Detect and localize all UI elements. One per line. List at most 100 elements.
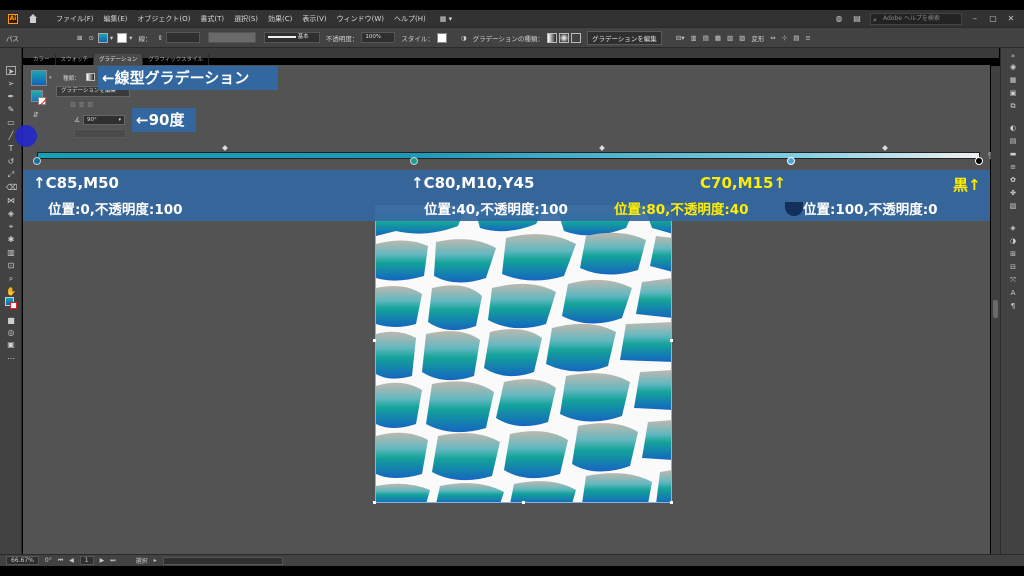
menu-view[interactable]: 表示(V) [302,14,326,24]
collapse-dock-icon[interactable]: » [1008,52,1018,61]
gradient-stroke-icon[interactable] [38,97,46,105]
curvature-tool-icon[interactable]: ✎ [6,105,16,114]
align-center-icon[interactable]: ▤ [703,34,709,42]
transform-panel-icon[interactable]: ⤧ [1008,276,1018,285]
stroke-gradient-options[interactable]: ▥▥▥ [70,101,96,108]
menu-window[interactable]: ウィンドウ(W) [337,14,384,24]
next-artboard-icon[interactable]: ▶ [100,557,105,564]
vertical-scroll-thumb[interactable] [993,300,998,318]
graph-tool-icon[interactable]: ▥ [6,248,16,257]
bounding-handle-right[interactable] [670,339,673,342]
zoom-tool-icon[interactable]: ⌕ [6,274,16,283]
transform-label[interactable]: 変形 [751,33,764,43]
type-tool-icon[interactable]: T [6,144,16,153]
gradient-toggle-icon[interactable]: ◑ [461,34,467,42]
stroke-weight-stepper[interactable]: ⇕ [157,34,162,42]
align-top-icon[interactable]: ▧ [727,34,733,42]
stroke-dropdown-icon[interactable]: ▾ [129,34,132,42]
maximize-icon[interactable]: ▢ [988,14,998,23]
properties-icon[interactable]: ◉ [1008,63,1018,72]
rotation-field[interactable]: 0° [45,557,52,564]
menu-effect[interactable]: 効果(C) [268,14,292,24]
align-panel-icon[interactable]: ⊞ [1008,250,1018,259]
tab-color[interactable]: カラー [28,54,56,65]
transparency-icon[interactable]: ◑ [1008,237,1018,246]
symbol-sprayer-tool-icon[interactable]: ✱ [6,235,16,244]
reflect-icon[interactable]: ⇔ [770,34,775,42]
stroke-weight-field[interactable] [165,32,200,43]
symbols-panel-icon[interactable]: ✤ [1008,189,1018,198]
distribute-icon[interactable]: ▥ [691,34,697,42]
workspace-switcher[interactable]: ▦ ▾ [440,15,452,23]
menu-file[interactable]: ファイル(F) [56,14,94,24]
quick-actions-icon[interactable]: ▤ [793,34,799,42]
angle-dropdown-icon[interactable]: ▾ [118,116,121,124]
gradient-slider-bar[interactable] [37,152,980,159]
menu-type[interactable]: 書式(T) [200,14,224,24]
color-panel-icon[interactable]: ◐ [1008,124,1018,133]
help-search-input[interactable]: ⌕ Adobe ヘルプを検索 [870,12,962,25]
edit-gradient-button[interactable]: グラデーションを編集 [586,30,662,45]
shape-builder-tool-icon[interactable]: ◈ [6,209,16,218]
stroke-panel-icon[interactable]: ≡ [1008,163,1018,172]
pathfinder-icon[interactable]: ⊟ [1008,263,1018,272]
artboard-tool-icon[interactable]: ⊡ [6,261,16,270]
linear-type-icon[interactable] [86,73,95,81]
fill-dropdown-icon[interactable]: ▾ [110,34,113,42]
last-artboard-icon[interactable]: ⏭ [110,557,115,565]
screen-mode-icon[interactable]: ▣ [6,340,16,349]
tab-gradient[interactable]: グラデーション [94,54,144,65]
rectangle-tool-icon[interactable]: ▭ [6,118,16,127]
user-icon[interactable]: ◍ [834,14,844,23]
home-icon[interactable] [28,14,38,23]
eraser-tool-icon[interactable]: ⌫ [6,183,17,192]
brush-field[interactable]: 基本 [263,32,320,43]
variable-width-field[interactable] [207,32,256,43]
bounding-handle-left[interactable] [373,339,376,342]
hand-tool-icon[interactable]: ✋ [6,287,16,296]
first-artboard-icon[interactable]: ⏮ [58,557,63,565]
appearance-icon[interactable]: ◈ [1008,224,1018,233]
panel-menu-icon[interactable]: ≡ [805,34,810,42]
character-panel-icon[interactable]: A [1008,289,1018,298]
isolate-icon[interactable]: ⊠ [77,34,82,42]
layers-icon[interactable]: ▦ [1008,76,1018,85]
asset-export-icon[interactable]: ⧉ [1008,102,1018,111]
bounding-handle-bottom-right[interactable] [670,501,673,504]
opacity-field[interactable]: 100% [361,32,396,43]
status-menu-icon[interactable]: ▸ [154,557,157,564]
radial-gradient-icon[interactable] [558,32,569,43]
paragraph-panel-icon[interactable]: ¶ [1008,302,1018,311]
gradient-stop-80[interactable] [787,157,795,165]
aspect-ratio-field[interactable] [74,129,126,138]
eyedropper-tool-icon[interactable]: ⌖ [6,222,16,231]
gradient-stop-40[interactable] [410,157,418,165]
align-bottom-icon[interactable]: ▨ [739,34,745,42]
minimize-icon[interactable]: – [970,14,980,23]
swatches-panel-icon[interactable]: ▤ [1008,137,1018,146]
selection-tool-icon[interactable]: ➤ [6,66,16,76]
gradient-stop-100[interactable] [975,157,983,165]
gradient-preset-dropdown-icon[interactable]: ▾ [49,75,52,81]
anchor-icon[interactable]: ⊹ [782,34,787,42]
artwork-gradient-pattern[interactable] [375,205,672,503]
align-icon[interactable]: ⊟▾ [676,34,685,42]
draw-mode-icon[interactable]: ◎ [6,328,16,337]
horizontal-scrollbar[interactable] [162,556,283,565]
rotate-tool-icon[interactable]: ↺ [6,157,16,166]
more-tools-icon[interactable]: ⋯ [6,354,16,363]
gradient-panel-icon[interactable]: ▬ [1008,150,1018,159]
reverse-gradient-icon[interactable]: ⇵ [33,111,39,119]
direct-selection-tool-icon[interactable]: ➢ [6,79,16,88]
bounding-handle-bottom-left[interactable] [373,501,376,504]
fill-swatch[interactable] [97,32,108,43]
scale-tool-icon[interactable]: ⤢ [6,170,16,179]
stroke-color-icon[interactable] [10,302,17,309]
linear-gradient-icon[interactable] [546,32,557,43]
brushes-panel-icon[interactable]: ✿ [1008,176,1018,185]
menu-object[interactable]: オブジェクト(O) [137,14,190,24]
libraries-icon[interactable]: ▣ [1008,89,1018,98]
stroke-swatch[interactable] [117,32,128,43]
recolor-icon[interactable]: ⊙ [88,34,93,42]
menu-select[interactable]: 選択(S) [234,14,258,24]
